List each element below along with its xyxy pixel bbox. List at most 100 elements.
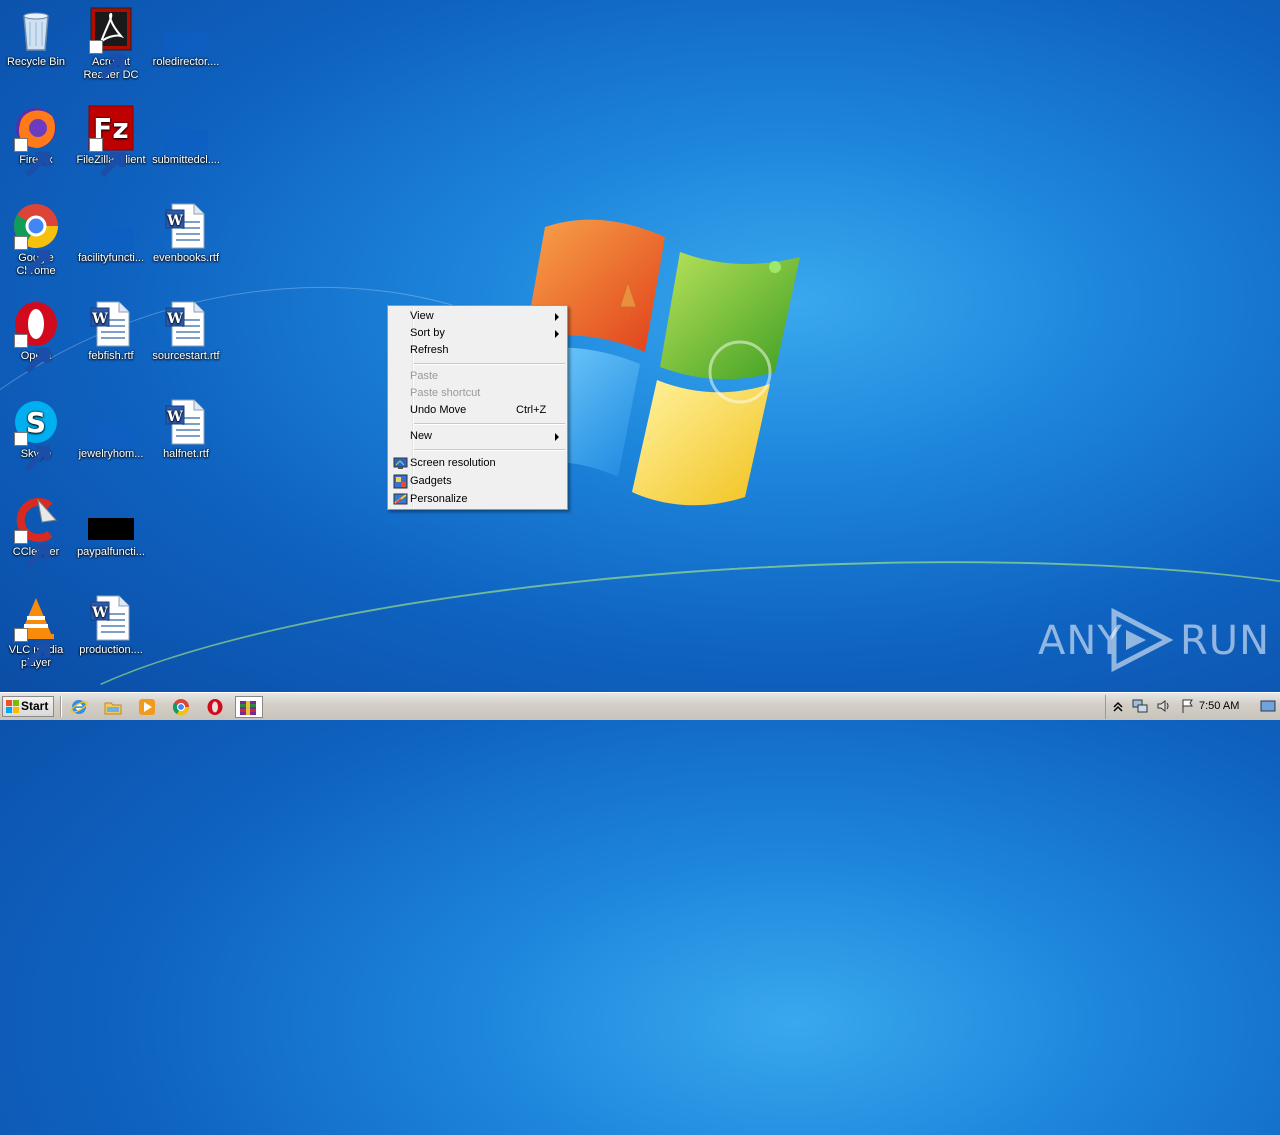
desktop-icon[interactable]: Whalfnet.rtf (148, 398, 224, 461)
shortcut-arrow-icon (14, 432, 51, 472)
menu-item-gadgets[interactable]: Gadgets (390, 473, 565, 490)
svg-text:W: W (91, 311, 108, 327)
desktop-icon[interactable]: S Skype (0, 398, 74, 472)
blank-file-icon (87, 202, 135, 250)
network-icon (1132, 699, 1148, 713)
menu-item-screen-resolution[interactable]: Screen resolution (390, 455, 565, 472)
desktop-icon[interactable]: roledirector.... (148, 6, 224, 69)
windows-explorer-icon (104, 702, 122, 715)
desktop-icon-label: facilityfuncti... (77, 252, 145, 264)
menu-item-paste-shortcut: Paste shortcut (390, 385, 565, 402)
shortcut-arrow-icon (14, 334, 51, 374)
shortcut-arrow-icon (14, 628, 51, 668)
blank-file-icon (162, 104, 210, 152)
shortcut-arrow-icon (89, 138, 126, 178)
shortcut-arrow-icon (14, 138, 51, 178)
menu-item-new-label: New (410, 430, 433, 442)
desktop-icon[interactable]: VLC media player (0, 594, 74, 670)
word-document-icon: W (162, 398, 210, 446)
menu-item-personalize[interactable]: Personalize (390, 491, 565, 508)
filezilla-icon: Fz (87, 104, 135, 178)
gadgets-icon (393, 474, 408, 489)
taskbar-internet-explorer[interactable] (67, 696, 91, 718)
desktop-icon-label: evenbooks.rtf (152, 252, 220, 264)
desktop-icon[interactable]: jewelryhom... (73, 398, 149, 461)
menu-item-screen-resolution-label: Screen resolution (410, 457, 496, 469)
taskbar-opera[interactable] (203, 696, 227, 718)
play-icon (1111, 608, 1174, 672)
desktop-icon[interactable]: CCleaner (0, 496, 74, 570)
menu-separator (414, 363, 565, 365)
vlc-icon (12, 594, 60, 668)
start-button[interactable]: Start (2, 696, 54, 717)
action-center-tray-icon[interactable] (1180, 698, 1196, 714)
shortcut-arrow-icon (14, 530, 51, 570)
taskbar-winrar[interactable] (235, 696, 263, 718)
taskbar-media-player[interactable] (135, 696, 159, 718)
desktop-icon-label: febfish.rtf (88, 350, 134, 362)
desktop-icon[interactable]: Firefox (0, 104, 74, 178)
volume-tray-icon[interactable] (1156, 698, 1172, 714)
menu-item-refresh[interactable]: Refresh (390, 342, 565, 359)
shortcut-arrow-icon (89, 40, 126, 80)
desktop-icon[interactable]: facilityfuncti... (73, 202, 149, 265)
desktop-icon[interactable]: Recycle Bin (0, 6, 74, 69)
flag-icon (1182, 699, 1193, 713)
taskbar-windows-explorer[interactable] (101, 696, 125, 718)
black-file-icon (87, 496, 135, 544)
word-document-icon: W (87, 300, 135, 348)
desktop-icon[interactable]: Wevenbooks.rtf (148, 202, 224, 265)
taskbar: Start 7:50 AM (0, 692, 1280, 720)
desktop-icon[interactable]: paypalfuncti... (73, 496, 149, 559)
menu-item-undo-move[interactable]: Undo Move Ctrl+Z (390, 402, 565, 419)
windows-flag-icon (6, 700, 19, 713)
menu-item-sort-by-label: Sort by (410, 327, 445, 339)
desktop-icon[interactable]: Acrobat Reader DC (73, 6, 149, 82)
desktop-icon[interactable]: submittedcl.... (148, 104, 224, 167)
desktop-icon[interactable]: Opera (0, 300, 74, 374)
desktop-icon[interactable]: Fz FileZilla Client (73, 104, 149, 178)
taskbar-chrome[interactable] (169, 696, 193, 718)
desktop-icon[interactable]: Wfebfish.rtf (73, 300, 149, 363)
taskbar-clock[interactable]: 7:50 AM (1199, 700, 1239, 712)
submenu-arrow-icon (555, 330, 559, 338)
chrome-icon (172, 699, 190, 716)
menu-item-gadgets-label: Gadgets (410, 475, 452, 487)
desktop-icon[interactable]: Wproduction.... (73, 594, 149, 657)
desktop-icon[interactable]: Google Chrome (0, 202, 74, 278)
start-label: Start (21, 699, 49, 713)
system-tray: 7:50 AM (1105, 695, 1280, 719)
network-tray-icon[interactable] (1132, 698, 1148, 714)
desktop-context-menu: View Sort by Refresh Paste Paste shortcu… (387, 305, 568, 510)
desktop-icon-label: sourcestart.rtf (152, 350, 220, 362)
chrome-icon (12, 202, 60, 276)
submenu-arrow-icon (555, 313, 559, 321)
internet-explorer-icon (70, 700, 88, 714)
desktop-icon-label: paypalfuncti... (77, 546, 145, 558)
menu-item-undo-move-label: Undo Move (410, 404, 467, 416)
desktop-icon-label: jewelryhom... (78, 448, 144, 460)
show-hidden-icons-button[interactable] (1110, 698, 1126, 714)
media-player-icon (139, 699, 155, 715)
svg-text:W: W (166, 409, 183, 425)
desktop-icon[interactable]: Wsourcestart.rtf (148, 300, 224, 363)
anyrun-watermark: ANY RUN (1038, 608, 1269, 672)
opera-icon (12, 300, 60, 374)
menu-separator (414, 449, 565, 451)
acrobat-reader-icon (87, 6, 135, 80)
blank-file-icon (162, 6, 210, 54)
word-document-icon: W (162, 300, 210, 348)
menu-item-view[interactable]: View (390, 308, 565, 325)
word-document-icon: W (87, 594, 135, 642)
menu-item-new[interactable]: New (390, 428, 565, 445)
menu-separator (414, 423, 565, 425)
menu-item-refresh-label: Refresh (410, 344, 449, 356)
menu-item-sort-by[interactable]: Sort by (390, 325, 565, 342)
show-desktop-button[interactable] (1260, 698, 1276, 714)
firefox-icon (12, 104, 60, 178)
menu-item-paste: Paste (390, 368, 565, 385)
ccleaner-icon (12, 496, 60, 570)
skype-icon: S (12, 398, 60, 472)
personalize-icon (393, 492, 408, 507)
winrar-icon (240, 701, 256, 715)
